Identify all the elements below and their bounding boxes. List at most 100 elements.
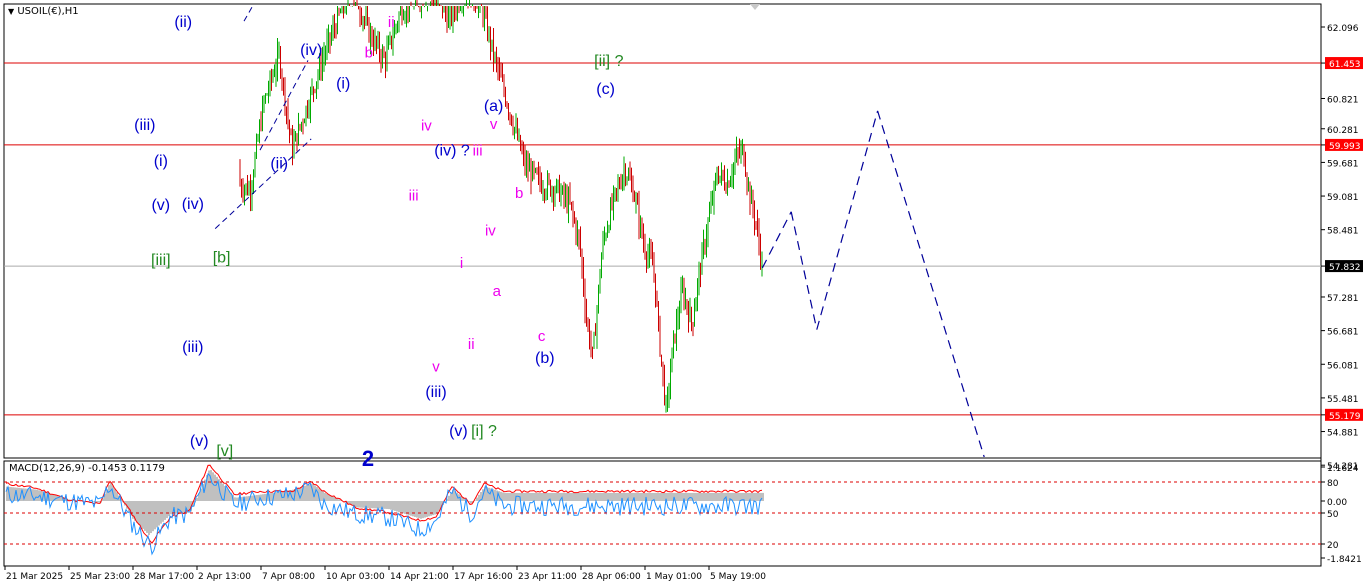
hist-bar-155 bbox=[316, 486, 318, 501]
y-tick-label-7: 58.481 bbox=[1327, 227, 1359, 237]
hist-bar-15 bbox=[36, 489, 38, 501]
hist-bar-123 bbox=[252, 495, 254, 501]
trendline-0 bbox=[214, 138, 312, 229]
hist-bar-191 bbox=[388, 501, 390, 510]
hist-bar-306 bbox=[618, 492, 620, 501]
hist-bar-263 bbox=[532, 492, 534, 501]
hist-bar-190 bbox=[386, 501, 388, 509]
hist-bar-342 bbox=[690, 492, 692, 501]
hist-bar-69 bbox=[144, 501, 146, 531]
hist-bar-252 bbox=[510, 492, 512, 501]
hist-bar-235 bbox=[476, 497, 478, 501]
hist-bar-77 bbox=[160, 501, 162, 524]
wave-label-26: c bbox=[538, 328, 546, 345]
hist-bar-185 bbox=[376, 501, 378, 509]
hist-bar-51 bbox=[108, 485, 110, 501]
hist-bar-261 bbox=[528, 492, 530, 501]
scroll-marker-icon[interactable] bbox=[750, 4, 760, 10]
hist-bar-115 bbox=[236, 497, 238, 501]
hist-bar-282 bbox=[570, 492, 572, 501]
triangle-down-icon[interactable]: ▼ bbox=[8, 7, 14, 16]
hist-bar-186 bbox=[378, 501, 380, 509]
y-tick-label-3: 60.281 bbox=[1327, 126, 1359, 136]
hist-bar-216 bbox=[438, 501, 440, 511]
hist-bar-309 bbox=[624, 492, 626, 501]
hist-bar-299 bbox=[604, 492, 606, 501]
trendline-2 bbox=[243, 4, 255, 22]
hist-bar-183 bbox=[372, 501, 374, 509]
hist-bar-295 bbox=[596, 492, 598, 501]
wave-label-1: (i) bbox=[154, 153, 168, 170]
hist-bar-184 bbox=[374, 501, 376, 509]
hist-bar-86 bbox=[178, 501, 180, 514]
main-panel-frame bbox=[3, 3, 1322, 459]
hist-bar-250 bbox=[506, 492, 508, 501]
hist-bar-192 bbox=[390, 501, 392, 510]
hist-bar-280 bbox=[566, 492, 568, 501]
y-tick-label-10: 56.681 bbox=[1327, 328, 1359, 338]
hist-bar-356 bbox=[718, 492, 720, 501]
wave-label-23: ii bbox=[468, 336, 475, 353]
hist-bar-264 bbox=[534, 492, 536, 501]
hist-bar-283 bbox=[572, 492, 574, 501]
hist-bar-72 bbox=[150, 501, 152, 534]
hist-bar-176 bbox=[358, 501, 360, 508]
wave-label-14: ii bbox=[388, 14, 395, 31]
hist-bar-302 bbox=[610, 492, 612, 501]
x-tick-label-5: 10 Apr 03:00 bbox=[326, 572, 385, 582]
hist-bar-312 bbox=[630, 492, 632, 501]
wave-label-19: (a) bbox=[484, 98, 504, 115]
hist-bar-197 bbox=[400, 501, 402, 513]
hist-bar-286 bbox=[578, 492, 580, 501]
hist-bar-248 bbox=[502, 492, 504, 501]
hist-bar-110 bbox=[226, 488, 228, 501]
hist-bar-326 bbox=[658, 492, 660, 501]
hist-bar-318 bbox=[642, 492, 644, 501]
hist-bar-345 bbox=[696, 492, 698, 501]
ind-tick-label-1: 80 bbox=[1327, 479, 1339, 489]
wave-label-20: v bbox=[490, 116, 498, 133]
x-tick-label-10: 1 May 01:00 bbox=[646, 572, 702, 582]
hist-bar-199 bbox=[404, 501, 406, 514]
hist-bar-114 bbox=[234, 497, 236, 501]
wave-label-7: (iii) bbox=[182, 339, 203, 356]
hist-bar-373 bbox=[752, 492, 754, 501]
hist-bar-275 bbox=[556, 492, 558, 501]
hist-bar-304 bbox=[614, 492, 616, 501]
hist-bar-268 bbox=[542, 492, 544, 501]
wave-label-22: i bbox=[460, 255, 463, 272]
hist-bar-138 bbox=[282, 491, 284, 501]
hist-bar-249 bbox=[504, 492, 506, 501]
hist-bar-178 bbox=[362, 501, 364, 508]
hist-bar-296 bbox=[598, 492, 600, 501]
price-tag-label-4: 59.993 bbox=[1329, 142, 1361, 152]
hist-bar-266 bbox=[538, 492, 540, 501]
hist-bar-253 bbox=[512, 492, 514, 501]
hist-bar-347 bbox=[700, 492, 702, 501]
hist-bar-171 bbox=[348, 501, 350, 504]
hist-bar-181 bbox=[368, 501, 370, 509]
hist-bar-303 bbox=[612, 492, 614, 501]
hist-bar-294 bbox=[594, 492, 596, 501]
x-tick-label-7: 17 Apr 16:00 bbox=[454, 572, 513, 582]
projection-leg-2 bbox=[816, 110, 879, 330]
x-tick-label-0: 21 Mar 2025 bbox=[6, 572, 63, 582]
wave-label-30: (v) bbox=[449, 423, 468, 440]
wave-label-15: iv bbox=[421, 118, 432, 135]
y-tick-label-2: 60.821 bbox=[1327, 95, 1359, 105]
hist-bar-336 bbox=[678, 492, 680, 501]
hist-bar-328 bbox=[662, 492, 664, 501]
hist-bar-163 bbox=[332, 496, 334, 501]
hist-bar-265 bbox=[536, 492, 538, 501]
hist-bar-105 bbox=[216, 476, 218, 501]
hist-bar-293 bbox=[592, 492, 594, 501]
hist-bar-366 bbox=[738, 492, 740, 501]
x-tick-label-4: 7 Apr 08:00 bbox=[262, 572, 315, 582]
hist-bar-166 bbox=[338, 499, 340, 501]
x-tick-label-2: 28 Mar 17:00 bbox=[134, 572, 194, 582]
wave-label-4: (iv) bbox=[182, 196, 204, 213]
hist-bar-279 bbox=[564, 492, 566, 501]
hist-bar-211 bbox=[428, 501, 430, 517]
hist-bar-125 bbox=[256, 495, 258, 501]
hist-bar-357 bbox=[720, 492, 722, 501]
